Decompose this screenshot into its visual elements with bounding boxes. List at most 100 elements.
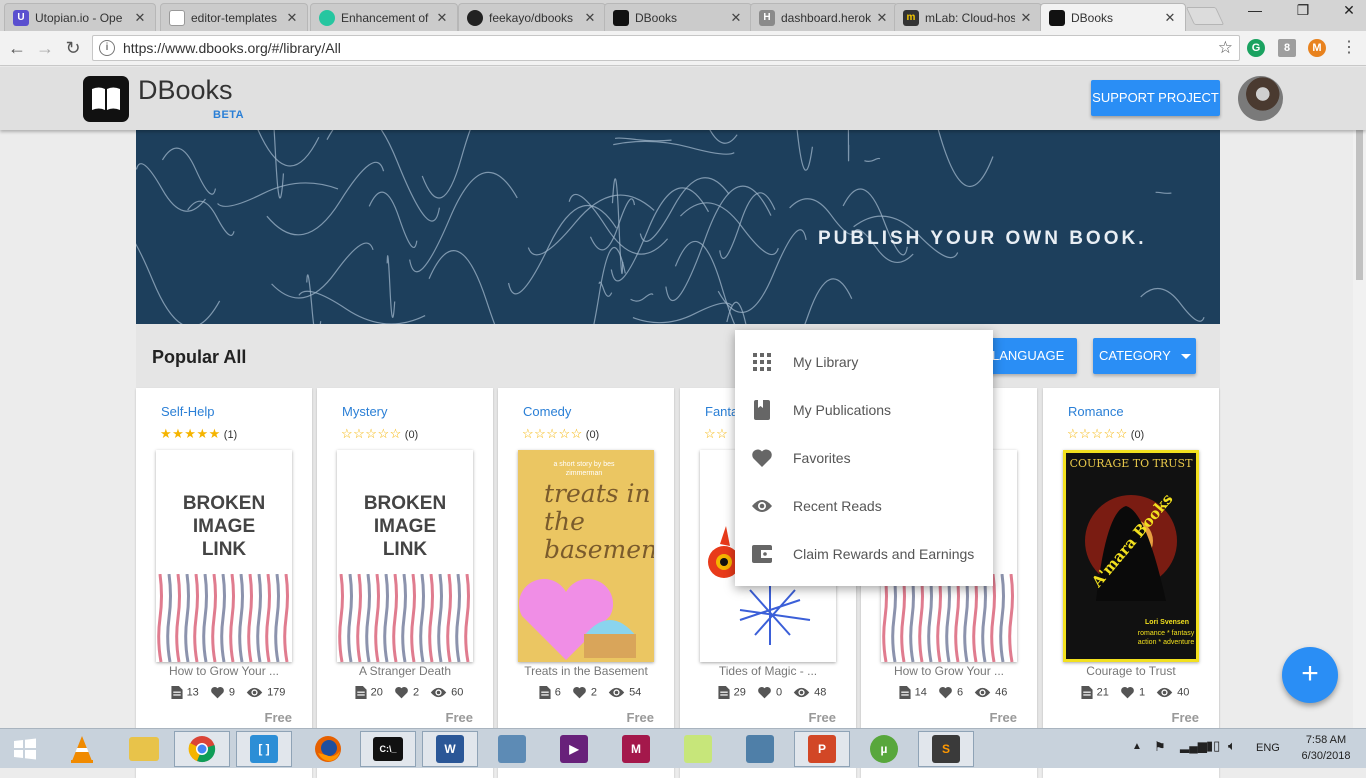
- address-bar[interactable]: i https://www.dbooks.org/#/library/All ☆: [92, 35, 1240, 61]
- dbooks-logo[interactable]: [83, 76, 129, 122]
- book-title[interactable]: Treats in the Basement: [498, 664, 674, 678]
- taskbar-app-window[interactable]: [732, 731, 788, 767]
- taskbar-brackets[interactable]: [ ]: [236, 731, 292, 767]
- book-category-link[interactable]: Mystery: [342, 404, 388, 419]
- category-filter-button[interactable]: CATEGORY: [1093, 338, 1196, 374]
- taskbar-sublime[interactable]: S: [918, 731, 974, 767]
- book-cover[interactable]: BROKEN IMAGE LINK: [156, 450, 292, 662]
- book-cover[interactable]: BROKEN IMAGE LINK: [337, 450, 473, 662]
- brand-name[interactable]: DBooks: [138, 75, 233, 106]
- book-price: Free: [808, 710, 836, 725]
- flag-icon[interactable]: ⚑: [1154, 739, 1166, 755]
- support-project-button[interactable]: SUPPORT PROJECT: [1091, 80, 1220, 116]
- tab-title: DBooks: [1071, 10, 1114, 25]
- new-tab-button[interactable]: [1185, 7, 1225, 25]
- forward-arrow-icon[interactable]: →: [34, 37, 56, 59]
- mlab-favicon-icon: m: [903, 9, 919, 26]
- tab-close-icon[interactable]: ✕: [285, 10, 299, 26]
- menu-item-favorites[interactable]: Favorites: [735, 434, 993, 482]
- publish-banner[interactable]: PUBLISH YOUR OWN BOOK.: [136, 130, 1220, 324]
- restore-icon[interactable]: ❐: [1288, 0, 1318, 22]
- taskbar-word[interactable]: W: [422, 731, 478, 767]
- menu-item-claim-rewards[interactable]: Claim Rewards and Earnings: [735, 530, 993, 578]
- grammarly-extension-icon[interactable]: G: [1247, 39, 1265, 57]
- browser-tab-active[interactable]: DBooks ✕: [1040, 3, 1186, 31]
- taskbar-mendeley[interactable]: M: [608, 731, 664, 767]
- tab-close-icon[interactable]: ✕: [729, 10, 743, 26]
- taskbar-firefox[interactable]: [300, 731, 356, 767]
- browser-tab[interactable]: editor-templates ✕: [160, 3, 308, 31]
- book-price: Free: [264, 710, 292, 725]
- book-cover[interactable]: COURAGE TO TRUST A'mara Books Lori Svens…: [1063, 450, 1199, 662]
- book-category-link[interactable]: Romance: [1068, 404, 1124, 419]
- minimize-icon[interactable]: —: [1240, 0, 1270, 22]
- taskbar-command-prompt[interactable]: C:\_: [360, 731, 416, 767]
- taskbar-app-window[interactable]: [484, 731, 540, 767]
- back-arrow-icon[interactable]: ←: [6, 37, 28, 59]
- github-favicon-icon: [467, 9, 483, 26]
- taskbar-utorrent[interactable]: µ: [856, 731, 912, 767]
- browser-menu-icon[interactable]: ⋮: [1338, 37, 1360, 59]
- browser-tab[interactable]: U Utopian.io - Ope ✕: [4, 3, 156, 31]
- taskbar-sticky-notes[interactable]: [670, 731, 726, 767]
- browser-tab[interactable]: feekayo/dbooks ✕: [458, 3, 606, 31]
- metamask-extension-icon[interactable]: M: [1308, 39, 1326, 57]
- book-card[interactable]: Romance ☆☆☆☆☆ (0) COURAGE TO TRUST A'mara…: [1043, 388, 1219, 778]
- start-button[interactable]: [0, 731, 50, 767]
- add-book-fab[interactable]: +: [1282, 647, 1338, 703]
- star-rating: ☆☆☆☆☆ (0): [341, 426, 418, 442]
- taskbar-file-explorer[interactable]: [116, 731, 172, 767]
- book-title[interactable]: Courage to Trust: [1043, 664, 1219, 678]
- tray-up-arrow-icon[interactable]: ▲: [1132, 741, 1142, 752]
- book-category-link[interactable]: Fanta: [705, 404, 738, 419]
- menu-item-label: Claim Rewards and Earnings: [793, 546, 975, 562]
- signal-icon[interactable]: ▂▄▆: [1180, 739, 1207, 753]
- book-cover[interactable]: a short story by bes zimmerman treats in…: [518, 450, 654, 662]
- page-scrollbar[interactable]: [1353, 67, 1366, 728]
- language-indicator[interactable]: ENG: [1256, 742, 1280, 754]
- vlc-cone-icon: [71, 736, 93, 763]
- book-title[interactable]: Tides of Magic - ...: [680, 664, 856, 678]
- rating-count: (0): [585, 429, 600, 441]
- menu-item-my-library[interactable]: My Library: [735, 338, 993, 386]
- language-filter-button[interactable]: LANGUAGE: [986, 338, 1077, 396]
- book-card[interactable]: Comedy ☆☆☆☆☆ (0) a short story by bes zim…: [498, 388, 674, 778]
- open-book-icon: [92, 87, 120, 110]
- stars-icon: ☆☆☆☆☆: [522, 426, 583, 441]
- book-card[interactable]: Self-Help ★★★★★ (1) BROKEN IMAGE LINK How…: [136, 388, 312, 778]
- book-category-link[interactable]: Self-Help: [161, 404, 214, 419]
- tab-close-icon[interactable]: ✕: [1019, 10, 1033, 26]
- enhancement-favicon-icon: [319, 9, 335, 26]
- battery-icon[interactable]: ▮▯: [1206, 738, 1220, 754]
- tab-close-icon[interactable]: ✕: [435, 10, 449, 26]
- book-card[interactable]: Mystery ☆☆☆☆☆ (0) BROKEN IMAGE LINK A Str…: [317, 388, 493, 778]
- clock-time[interactable]: 7:58 AM: [1298, 734, 1354, 746]
- book-title[interactable]: How to Grow Your ...: [136, 664, 312, 678]
- book-title[interactable]: How to Grow Your ...: [861, 664, 1037, 678]
- clock-date[interactable]: 6/30/2018: [1296, 750, 1356, 762]
- volume-icon[interactable]: 🔈︎: [1228, 738, 1236, 754]
- book-title[interactable]: A Stranger Death: [317, 664, 493, 678]
- close-window-icon[interactable]: ✕: [1334, 0, 1364, 22]
- taskbar-chrome[interactable]: [174, 731, 230, 767]
- user-avatar[interactable]: [1238, 76, 1283, 121]
- bookmark-star-icon[interactable]: ☆: [1218, 38, 1233, 58]
- menu-item-my-publications[interactable]: My Publications: [735, 386, 993, 434]
- extension-icon[interactable]: 8: [1278, 39, 1296, 57]
- browser-tab[interactable]: Enhancement of ✕: [310, 3, 458, 31]
- browser-tab[interactable]: DBooks ✕: [604, 3, 752, 31]
- browser-tab[interactable]: H dashboard.herok ✕: [750, 3, 898, 31]
- tab-close-icon[interactable]: ✕: [133, 10, 147, 26]
- book-category-link[interactable]: Comedy: [523, 404, 571, 419]
- taskbar-visual-studio[interactable]: ▶: [546, 731, 602, 767]
- tab-close-icon[interactable]: ✕: [1163, 10, 1177, 26]
- taskbar-vlc[interactable]: [54, 731, 110, 767]
- tab-close-icon[interactable]: ✕: [583, 10, 597, 26]
- browser-tab[interactable]: m mLab: Cloud-hos ✕: [894, 3, 1042, 31]
- reload-icon[interactable]: ↻: [62, 37, 84, 59]
- info-icon[interactable]: i: [99, 40, 115, 56]
- utopian-favicon-icon: U: [13, 9, 29, 26]
- menu-item-recent-reads[interactable]: Recent Reads: [735, 482, 993, 530]
- taskbar-powerpoint[interactable]: P: [794, 731, 850, 767]
- tab-close-icon[interactable]: ✕: [875, 10, 889, 26]
